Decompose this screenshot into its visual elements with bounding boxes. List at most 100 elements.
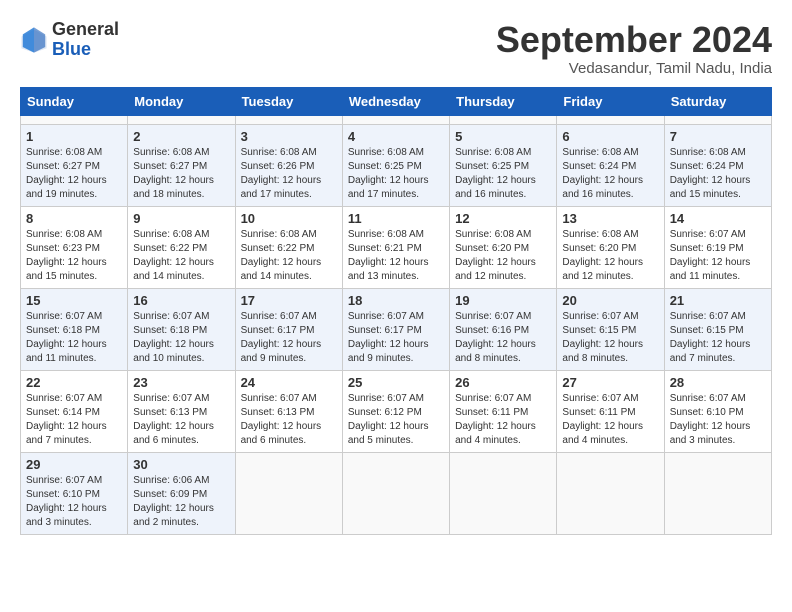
day-info: Sunrise: 6:06 AMSunset: 6:09 PMDaylight:…	[133, 474, 229, 530]
day-number: 30	[133, 457, 229, 472]
week-row-2: 1Sunrise: 6:08 AMSunset: 6:27 PMDaylight…	[21, 124, 772, 206]
day-info: Sunrise: 6:08 AMSunset: 6:25 PMDaylight:…	[455, 146, 551, 202]
day-info: Sunrise: 6:07 AMSunset: 6:15 PMDaylight:…	[670, 310, 766, 366]
day-number: 10	[241, 211, 337, 226]
day-info: Sunrise: 6:08 AMSunset: 6:21 PMDaylight:…	[348, 228, 444, 284]
calendar-cell	[342, 452, 449, 534]
calendar-cell	[557, 115, 664, 124]
day-info: Sunrise: 6:08 AMSunset: 6:22 PMDaylight:…	[241, 228, 337, 284]
column-header-friday: Friday	[557, 87, 664, 115]
day-number: 11	[348, 211, 444, 226]
calendar-cell: 16 Sunrise: 6:07 AMSunset: 6:18 PMDayligh…	[128, 288, 235, 370]
day-info: Sunrise: 6:07 AMSunset: 6:18 PMDaylight:…	[26, 310, 122, 366]
calendar-cell: 23 Sunrise: 6:07 AMSunset: 6:13 PMDayligh…	[128, 370, 235, 452]
day-number: 25	[348, 375, 444, 390]
calendar-cell: 17Sunrise: 6:07 AMSunset: 6:17 PMDayligh…	[235, 288, 342, 370]
day-number: 13	[562, 211, 658, 226]
calendar-cell: 6Sunrise: 6:08 AMSunset: 6:24 PMDaylight…	[557, 124, 664, 206]
day-number: 20	[562, 293, 658, 308]
day-number: 16	[133, 293, 229, 308]
day-number: 4	[348, 129, 444, 144]
day-number: 2	[133, 129, 229, 144]
week-row-5: 22 Sunrise: 6:07 AMSunset: 6:14 PMDayligh…	[21, 370, 772, 452]
day-info: Sunrise: 6:07 AMSunset: 6:17 PMDaylight:…	[241, 310, 337, 366]
logo-icon	[20, 26, 48, 54]
calendar-cell: 10 Sunrise: 6:08 AMSunset: 6:22 PMDayligh…	[235, 206, 342, 288]
logo: General Blue	[20, 20, 119, 60]
location: Vedasandur, Tamil Nadu, India	[496, 60, 772, 77]
calendar-cell: 15Sunrise: 6:07 AMSunset: 6:18 PMDayligh…	[21, 288, 128, 370]
calendar-cell: 7Sunrise: 6:08 AMSunset: 6:24 PMDaylight…	[664, 124, 771, 206]
day-number: 21	[670, 293, 766, 308]
column-header-thursday: Thursday	[450, 87, 557, 115]
day-info: Sunrise: 6:08 AMSunset: 6:23 PMDaylight:…	[26, 228, 122, 284]
calendar-cell: 5 Sunrise: 6:08 AMSunset: 6:25 PMDaylight…	[450, 124, 557, 206]
day-number: 27	[562, 375, 658, 390]
day-info: Sunrise: 6:08 AMSunset: 6:24 PMDaylight:…	[562, 146, 658, 202]
calendar-cell: 11 Sunrise: 6:08 AMSunset: 6:21 PMDayligh…	[342, 206, 449, 288]
column-header-wednesday: Wednesday	[342, 87, 449, 115]
day-number: 26	[455, 375, 551, 390]
day-number: 18	[348, 293, 444, 308]
logo-text: General Blue	[52, 20, 119, 60]
column-header-tuesday: Tuesday	[235, 87, 342, 115]
day-number: 9	[133, 211, 229, 226]
day-number: 29	[26, 457, 122, 472]
calendar-cell: 21 Sunrise: 6:07 AMSunset: 6:15 PMDayligh…	[664, 288, 771, 370]
calendar-cell	[664, 452, 771, 534]
day-info: Sunrise: 6:07 AMSunset: 6:11 PMDaylight:…	[455, 392, 551, 448]
day-number: 23	[133, 375, 229, 390]
day-info: Sunrise: 6:07 AMSunset: 6:14 PMDaylight:…	[26, 392, 122, 448]
day-info: Sunrise: 6:08 AMSunset: 6:25 PMDaylight:…	[348, 146, 444, 202]
calendar-cell	[557, 452, 664, 534]
day-info: Sunrise: 6:07 AMSunset: 6:19 PMDaylight:…	[670, 228, 766, 284]
calendar-cell	[128, 115, 235, 124]
calendar-cell: 26 Sunrise: 6:07 AMSunset: 6:11 PMDayligh…	[450, 370, 557, 452]
day-info: Sunrise: 6:08 AMSunset: 6:24 PMDaylight:…	[670, 146, 766, 202]
day-info: Sunrise: 6:08 AMSunset: 6:20 PMDaylight:…	[562, 228, 658, 284]
day-info: Sunrise: 6:07 AMSunset: 6:10 PMDaylight:…	[670, 392, 766, 448]
calendar-cell: 1Sunrise: 6:08 AMSunset: 6:27 PMDaylight…	[21, 124, 128, 206]
day-info: Sunrise: 6:08 AMSunset: 6:27 PMDaylight:…	[133, 146, 229, 202]
calendar-cell: 29 Sunrise: 6:07 AMSunset: 6:10 PMDayligh…	[21, 452, 128, 534]
day-number: 19	[455, 293, 551, 308]
calendar-cell: 25 Sunrise: 6:07 AMSunset: 6:12 PMDayligh…	[342, 370, 449, 452]
calendar-cell	[342, 115, 449, 124]
week-row-4: 15Sunrise: 6:07 AMSunset: 6:18 PMDayligh…	[21, 288, 772, 370]
column-header-sunday: Sunday	[21, 87, 128, 115]
day-info: Sunrise: 6:07 AMSunset: 6:15 PMDaylight:…	[562, 310, 658, 366]
day-info: Sunrise: 6:07 AMSunset: 6:10 PMDaylight:…	[26, 474, 122, 530]
day-number: 12	[455, 211, 551, 226]
calendar-cell: 18Sunrise: 6:07 AMSunset: 6:17 PMDayligh…	[342, 288, 449, 370]
title-area: September 2024 Vedasandur, Tamil Nadu, I…	[496, 20, 772, 77]
day-number: 24	[241, 375, 337, 390]
header: General Blue September 2024 Vedasandur, …	[20, 20, 772, 77]
month-title: September 2024	[496, 20, 772, 60]
day-number: 8	[26, 211, 122, 226]
day-number: 14	[670, 211, 766, 226]
day-info: Sunrise: 6:08 AMSunset: 6:22 PMDaylight:…	[133, 228, 229, 284]
day-info: Sunrise: 6:07 AMSunset: 6:13 PMDaylight:…	[133, 392, 229, 448]
day-info: Sunrise: 6:08 AMSunset: 6:27 PMDaylight:…	[26, 146, 122, 202]
day-info: Sunrise: 6:07 AMSunset: 6:16 PMDaylight:…	[455, 310, 551, 366]
calendar-cell	[450, 115, 557, 124]
day-number: 22	[26, 375, 122, 390]
calendar-cell: 2 Sunrise: 6:08 AMSunset: 6:27 PMDaylight…	[128, 124, 235, 206]
calendar-cell: 24Sunrise: 6:07 AMSunset: 6:13 PMDayligh…	[235, 370, 342, 452]
calendar-header-row: SundayMondayTuesdayWednesdayThursdayFrid…	[21, 87, 772, 115]
calendar-cell: 12 Sunrise: 6:08 AMSunset: 6:20 PMDayligh…	[450, 206, 557, 288]
day-number: 28	[670, 375, 766, 390]
day-info: Sunrise: 6:07 AMSunset: 6:11 PMDaylight:…	[562, 392, 658, 448]
calendar-cell: 9 Sunrise: 6:08 AMSunset: 6:22 PMDaylight…	[128, 206, 235, 288]
day-number: 5	[455, 129, 551, 144]
day-info: Sunrise: 6:07 AMSunset: 6:12 PMDaylight:…	[348, 392, 444, 448]
calendar-cell	[664, 115, 771, 124]
calendar-cell	[21, 115, 128, 124]
week-row-6: 29 Sunrise: 6:07 AMSunset: 6:10 PMDayligh…	[21, 452, 772, 534]
day-info: Sunrise: 6:07 AMSunset: 6:18 PMDaylight:…	[133, 310, 229, 366]
calendar-cell: 22 Sunrise: 6:07 AMSunset: 6:14 PMDayligh…	[21, 370, 128, 452]
column-header-saturday: Saturday	[664, 87, 771, 115]
day-info: Sunrise: 6:08 AMSunset: 6:20 PMDaylight:…	[455, 228, 551, 284]
calendar-cell: 20 Sunrise: 6:07 AMSunset: 6:15 PMDayligh…	[557, 288, 664, 370]
day-info: Sunrise: 6:08 AMSunset: 6:26 PMDaylight:…	[241, 146, 337, 202]
